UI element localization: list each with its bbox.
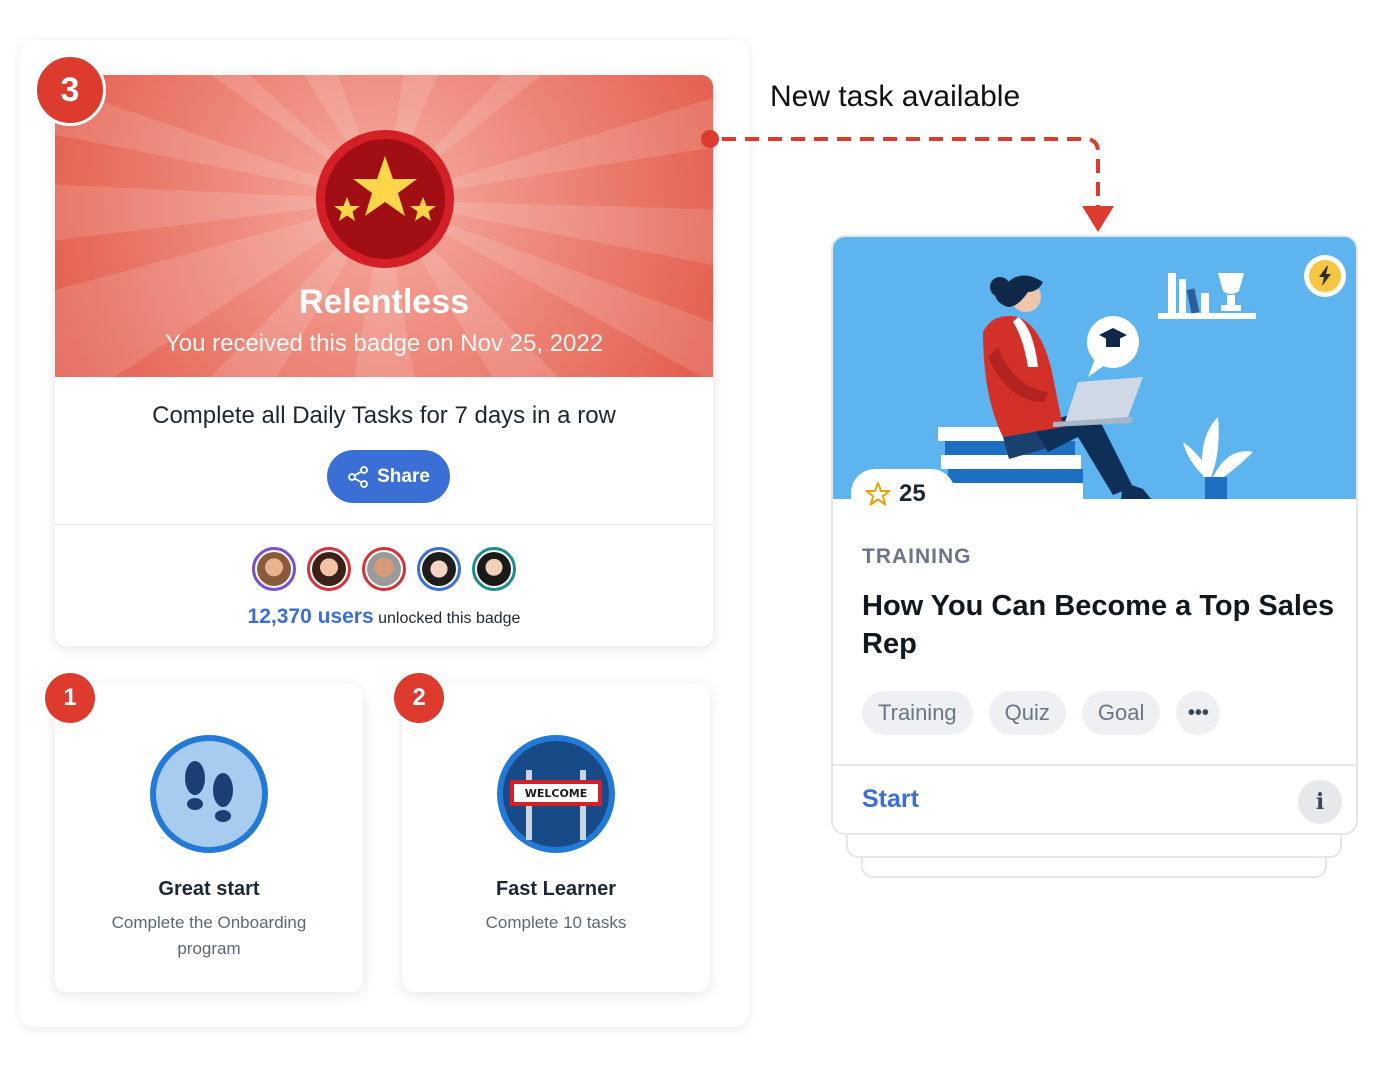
task-title: How You Can Become a Top Sales Rep: [862, 590, 1335, 660]
divider: [55, 524, 713, 525]
badge-received-date: You received this badge on Nov 25, 2022: [164, 330, 604, 357]
task-category: TRAINING: [862, 545, 972, 568]
info-button[interactable]: i: [1298, 780, 1342, 824]
users-suffix: unlocked this badge: [378, 610, 521, 627]
task-card[interactable]: 25 TRAINING How You Can Become a Top Sal…: [831, 235, 1358, 835]
points-badge: 25: [851, 469, 955, 519]
three-stars-medal-icon: [316, 130, 454, 268]
step-number-badge: 1: [45, 673, 95, 723]
unlocked-users-line: 12,370 users unlocked this badge: [55, 605, 713, 629]
avatar[interactable]: [417, 547, 461, 591]
points-value: 25: [899, 480, 926, 507]
badge-description: Complete all Daily Tasks for 7 days in a…: [152, 402, 616, 429]
stage: Relentless You received this badge on No…: [0, 0, 1392, 1068]
avatar[interactable]: [307, 547, 351, 591]
badge-subtitle: Complete the Onboarding program: [111, 913, 307, 958]
studying-woman-illustration: [938, 273, 1256, 499]
welcome-sign-text: WELCOME: [525, 787, 588, 800]
divider: [833, 764, 1356, 766]
avatar[interactable]: [252, 547, 296, 591]
start-button[interactable]: Start: [862, 785, 919, 814]
welcome-sign-icon: WELCOME: [496, 734, 616, 854]
lightning-icon: [1304, 255, 1346, 297]
badge-name: Relentless: [298, 283, 470, 321]
badge-title: Great start: [158, 878, 260, 900]
annotation-label: New task available: [770, 80, 1021, 113]
tag-training[interactable]: Training: [862, 691, 973, 735]
avatar-group: [252, 547, 516, 591]
badge-title: Fast Learner: [495, 878, 617, 900]
share-icon: [348, 465, 368, 488]
task-tags: Training Quiz Goal •••: [862, 691, 1221, 735]
badge-hero-banner: Relentless You received this badge on No…: [55, 75, 713, 377]
badge-card-great-start[interactable]: Great start Complete the Onboarding prog…: [55, 684, 363, 992]
badge-card-fast-learner[interactable]: WELCOME Fast Learner Complete 10 tasks: [402, 684, 710, 992]
share-button[interactable]: Share: [327, 450, 450, 503]
more-tags-button[interactable]: •••: [1176, 691, 1221, 735]
step-number-badge: 3: [34, 54, 106, 126]
avatar[interactable]: [472, 547, 516, 591]
share-label: Share: [377, 465, 430, 487]
featured-badge-card: Relentless You received this badge on No…: [55, 75, 713, 646]
step-number-badge: 2: [394, 673, 444, 723]
footprints-icon: [149, 734, 269, 854]
users-count[interactable]: 12,370 users: [248, 605, 374, 628]
star-icon: [865, 482, 891, 506]
task-hero-illustration: [833, 237, 1356, 499]
avatar[interactable]: [362, 547, 406, 591]
tag-goal[interactable]: Goal: [1081, 691, 1161, 735]
tag-quiz[interactable]: Quiz: [988, 691, 1066, 735]
badge-subtitle: Complete 10 tasks: [485, 913, 627, 932]
